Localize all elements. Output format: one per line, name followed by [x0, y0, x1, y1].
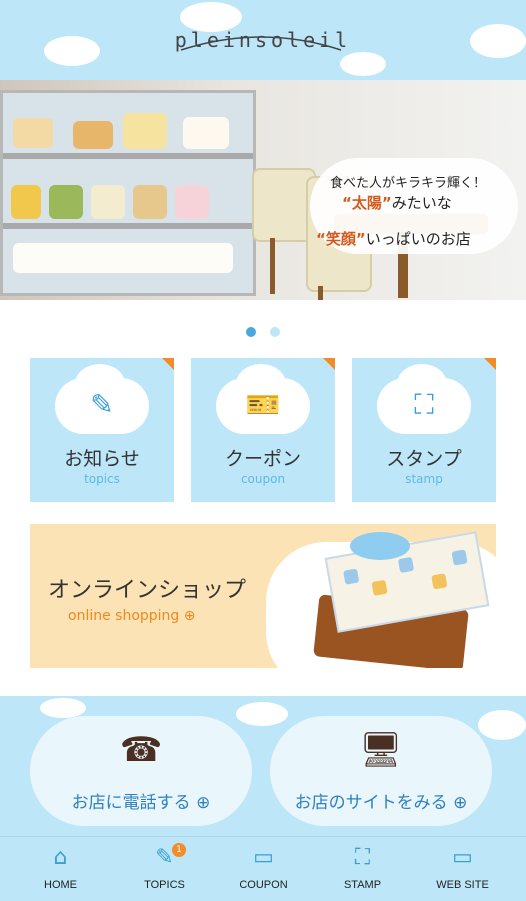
coupon-tile[interactable]: 🎫 クーポン coupon [191, 358, 335, 502]
corner-flag [323, 358, 335, 370]
view-website-button[interactable]: 🖥 お店のサイトをみる ⊕ [270, 716, 492, 826]
pen-icon: ✎ [155, 845, 174, 870]
contact-section: ☎ お店に電話する ⊕ 🖥 お店のサイトをみる ⊕ [0, 696, 526, 836]
carousel-indicator [0, 322, 526, 341]
monitor-icon: ▭ [452, 845, 473, 870]
tab-label: COUPON [239, 879, 288, 891]
carousel-dot[interactable] [269, 327, 280, 337]
corner-flag [484, 358, 496, 370]
stamp-icon: ⛶ [414, 388, 434, 421]
tab-stamp[interactable]: ⛶ STAMP [310, 837, 415, 901]
tile-label: お知らせ [64, 448, 140, 470]
catchcopy-line-3: “笑顔”いっぱいのお店 [316, 230, 471, 248]
cloud-decoration [236, 702, 288, 726]
banner-title: オンラインショップ [48, 578, 247, 603]
home-icon: ⌂ [53, 845, 68, 870]
call-shop-button[interactable]: ☎ お店に電話する ⊕ [30, 716, 252, 826]
tile-sublabel: stamp [405, 472, 443, 486]
view-website-label: お店のサイトをみる ⊕ [294, 793, 468, 813]
pen-icon: ✎ [90, 388, 114, 421]
catchcopy-line-1: 食べた人がキラキラ輝く！ [330, 176, 487, 191]
tile-label: クーポン [224, 448, 301, 470]
hero-slide[interactable]: 食べた人がキラキラ輝く！ “太陽”みたいな “笑顔”いっぱいのお店 [0, 80, 526, 300]
corner-flag [162, 358, 174, 370]
tab-label: TOPICS [144, 879, 185, 891]
tab-coupon[interactable]: ▭ COUPON [211, 837, 316, 901]
tab-label: HOME [44, 879, 77, 891]
notification-badge: 1 [172, 843, 186, 857]
stamp-tile[interactable]: ⛶ スタンプ stamp [352, 358, 496, 502]
cloud-decoration [40, 698, 86, 718]
tile-label: スタンプ [386, 448, 462, 470]
app-header: pleinsoleil [0, 0, 526, 80]
ticket-icon: ▭ [253, 845, 274, 870]
bottom-tab-bar: ⌂ HOME ✎ 1 TOPICS ▭ COUPON ⛶ STAMP ▭ WEB… [0, 836, 526, 901]
ticket-icon: 🎫 [245, 388, 281, 421]
display-case [0, 90, 256, 296]
cloud-decoration [340, 52, 386, 76]
catchcopy-line-2: “太陽”みたいな [342, 194, 452, 212]
banner-subtitle: online shopping ⊕ [68, 608, 196, 624]
tab-label: WEB SITE [436, 879, 489, 891]
tab-home[interactable]: ⌂ HOME [8, 837, 113, 901]
telephone-icon: ☎ [119, 730, 163, 770]
topics-tile[interactable]: ✎ お知らせ topics [30, 358, 174, 502]
tile-sublabel: coupon [240, 472, 286, 486]
monitor-icon: 🖥 [359, 730, 403, 770]
tab-website[interactable]: ▭ WEB SITE [410, 837, 515, 901]
ribbon-image [350, 532, 410, 560]
online-shop-banner[interactable]: オンラインショップ online shopping ⊕ [30, 524, 496, 668]
call-shop-label: お店に電話する ⊕ [71, 793, 211, 813]
tab-label: STAMP [343, 879, 382, 891]
app-logo: pleinsoleil [174, 28, 352, 52]
carousel-dot-active[interactable] [246, 327, 257, 337]
tile-sublabel: topics [84, 472, 120, 486]
tab-topics[interactable]: ✎ 1 TOPICS [112, 837, 217, 901]
stamp-icon: ⛶ [354, 845, 371, 870]
